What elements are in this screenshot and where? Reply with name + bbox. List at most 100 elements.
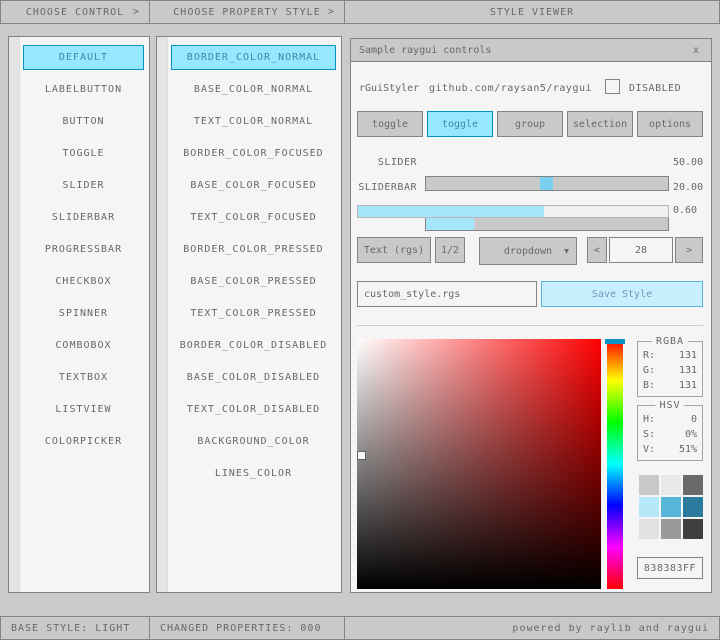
control-item-default[interactable]: DEFAULT bbox=[23, 45, 144, 70]
hsv-label: S: bbox=[643, 427, 655, 442]
rgba-values: R:131G:131B:131 bbox=[643, 348, 697, 393]
step-choose-control: CHOOSE CONTROL > bbox=[0, 0, 150, 24]
property-item-text_color_pressed[interactable]: TEXT_COLOR_PRESSED bbox=[171, 301, 336, 326]
github-link[interactable]: github.com/raysan5/raygui bbox=[429, 83, 592, 94]
style-filename-textbox[interactable]: custom_style.rgs bbox=[357, 281, 537, 307]
spinner-value-box[interactable]: 28 bbox=[609, 237, 673, 263]
controls-listview: DEFAULT LABELBUTTON BUTTON TOGGLE SLIDER SLID… bbox=[8, 36, 150, 593]
style-color-swatch-4[interactable] bbox=[661, 497, 681, 517]
rgba-value: 131 bbox=[679, 363, 697, 378]
property-item-border_color_disabled[interactable]: BORDER_COLOR_DISABLED bbox=[171, 333, 336, 358]
property-item-background_color[interactable]: BACKGROUND_COLOR bbox=[171, 429, 336, 454]
color-picker-sv-square[interactable] bbox=[357, 339, 601, 589]
slider[interactable] bbox=[425, 176, 669, 191]
style-color-swatch-3[interactable] bbox=[639, 497, 659, 517]
control-item-button[interactable]: BUTTON bbox=[23, 109, 144, 134]
control-item-textbox[interactable]: TEXTBOX bbox=[23, 365, 144, 390]
spinner-increase-button[interactable]: > bbox=[675, 237, 703, 263]
property-item-base_color_pressed[interactable]: BASE_COLOR_PRESSED bbox=[171, 269, 336, 294]
control-item-combobox[interactable]: COMBOBOX bbox=[23, 333, 144, 358]
toggle-button-0-toggle[interactable]: toggle bbox=[357, 111, 423, 137]
toggle-button-2-group[interactable]: group bbox=[497, 111, 563, 137]
property-item-border_color_normal[interactable]: BORDER_COLOR_NORMAL bbox=[171, 45, 336, 70]
half-button[interactable]: 1/2 bbox=[435, 237, 465, 263]
property-item-border_color_pressed[interactable]: BORDER_COLOR_PRESSED bbox=[171, 237, 336, 262]
hsv-label: V: bbox=[643, 442, 655, 457]
controls-listview-scrollbar[interactable] bbox=[9, 37, 20, 592]
properties-listview: BORDER_COLOR_NORMAL BASE_COLOR_NORMAL TEXT… bbox=[156, 36, 342, 593]
control-item-colorpicker[interactable]: COLORPICKER bbox=[23, 429, 144, 454]
property-item-text_color_normal[interactable]: TEXT_COLOR_NORMAL bbox=[171, 109, 336, 134]
powered-by-status: powered by raylib and raygui bbox=[344, 616, 720, 640]
rgba-value: 131 bbox=[679, 378, 697, 393]
toggle-group: toggletogglegroupselectionoptions bbox=[357, 111, 703, 137]
control-item-progressbar[interactable]: PROGRESSBAR bbox=[23, 237, 144, 262]
bottom-status-bar: BASE STYLE: LIGHT CHANGED PROPERTIES: 00… bbox=[0, 616, 720, 640]
spinner-decrease-button[interactable]: < bbox=[587, 237, 607, 263]
text-rgs-toggle[interactable]: Text (rgs) bbox=[357, 237, 431, 263]
color-picker-hue-bar[interactable] bbox=[607, 339, 623, 589]
chevron-right-icon: > bbox=[133, 7, 140, 18]
viewer-titlebar: Sample raygui controls x bbox=[351, 39, 711, 62]
changed-properties-status: CHANGED PROPERTIES: 000 bbox=[149, 616, 345, 640]
property-item-border_color_focused[interactable]: BORDER_COLOR_FOCUSED bbox=[171, 141, 336, 166]
control-item-spinner[interactable]: SPINNER bbox=[23, 301, 144, 326]
base-style-status-label: BASE STYLE: LIGHT bbox=[11, 623, 130, 634]
progressbar-value: 0.60 bbox=[673, 205, 697, 216]
slider-handle[interactable] bbox=[540, 177, 553, 190]
style-color-swatch-8[interactable] bbox=[683, 519, 703, 539]
toggle-button-3-selection[interactable]: selection bbox=[567, 111, 633, 137]
property-item-base_color_disabled[interactable]: BASE_COLOR_DISABLED bbox=[171, 365, 336, 390]
dropdown-combobox[interactable]: dropdown ▼ bbox=[479, 237, 577, 265]
close-icon[interactable]: x bbox=[689, 45, 703, 56]
progressbar-fill bbox=[358, 206, 544, 217]
dropdown-selected-label: dropdown bbox=[504, 246, 552, 257]
property-item-base_color_focused[interactable]: BASE_COLOR_FOCUSED bbox=[171, 173, 336, 198]
style-color-swatch-2[interactable] bbox=[683, 475, 703, 495]
style-color-swatch-1[interactable] bbox=[661, 475, 681, 495]
hsv-values: H:0S:0%V:51% bbox=[643, 412, 697, 457]
hsv-label: H: bbox=[643, 412, 655, 427]
rguistyler-app: CHOOSE CONTROL > CHOOSE PROPERTY STYLE >… bbox=[0, 0, 720, 640]
sliderbar-label: SLIDERBAR bbox=[351, 182, 417, 193]
toggle-button-4-options[interactable]: options bbox=[637, 111, 703, 137]
chevron-right-icon: > bbox=[328, 7, 335, 18]
rgba-value: 131 bbox=[679, 348, 697, 363]
hsv-value: 0 bbox=[691, 412, 697, 427]
rgba-label: B: bbox=[643, 378, 655, 393]
control-item-labelbutton[interactable]: LABELBUTTON bbox=[23, 77, 144, 102]
disabled-checkbox[interactable] bbox=[605, 79, 620, 94]
control-item-listview[interactable]: LISTVIEW bbox=[23, 397, 144, 422]
step-choose-property-style-label: CHOOSE PROPERTY STYLE bbox=[173, 7, 320, 18]
control-item-checkbox[interactable]: CHECKBOX bbox=[23, 269, 144, 294]
property-item-text_color_focused[interactable]: TEXT_COLOR_FOCUSED bbox=[171, 205, 336, 230]
control-item-sliderbar[interactable]: SLIDERBAR bbox=[23, 205, 144, 230]
style-color-swatch-5[interactable] bbox=[683, 497, 703, 517]
controls-list-items: DEFAULT LABELBUTTON BUTTON TOGGLE SLIDER SLID… bbox=[23, 45, 144, 461]
toggle-button-1-toggle[interactable]: toggle bbox=[427, 111, 493, 137]
rgba-row: R: 131 bbox=[643, 348, 697, 363]
rgba-label: R: bbox=[643, 348, 655, 363]
sliderbar[interactable] bbox=[425, 216, 669, 231]
property-item-lines_color[interactable]: LINES_COLOR bbox=[171, 461, 336, 486]
control-item-slider[interactable]: SLIDER bbox=[23, 173, 144, 198]
slider-label: SLIDER bbox=[351, 157, 417, 168]
hsv-groupbox: HSV H:0S:0%V:51% bbox=[637, 405, 703, 461]
powered-by-status-label: powered by raylib and raygui bbox=[512, 623, 709, 634]
properties-listview-scrollbar[interactable] bbox=[157, 37, 168, 592]
disabled-checkbox-label: DISABLED bbox=[629, 83, 681, 94]
sliderbar-value: 20.00 bbox=[673, 182, 703, 193]
color-picker-sv-cursor[interactable] bbox=[358, 452, 365, 459]
style-color-swatch-0[interactable] bbox=[639, 475, 659, 495]
style-color-swatch-7[interactable] bbox=[661, 519, 681, 539]
property-item-text_color_disabled[interactable]: TEXT_COLOR_DISABLED bbox=[171, 397, 336, 422]
property-item-base_color_normal[interactable]: BASE_COLOR_NORMAL bbox=[171, 77, 336, 102]
changed-properties-status-label: CHANGED PROPERTIES: 000 bbox=[160, 623, 321, 634]
color-picker-hue-cursor[interactable] bbox=[605, 339, 625, 344]
rgba-groupbox: RGBA R:131G:131B:131 bbox=[637, 341, 703, 397]
save-style-button[interactable]: Save Style bbox=[541, 281, 703, 307]
style-color-swatch-6[interactable] bbox=[639, 519, 659, 539]
control-item-toggle[interactable]: TOGGLE bbox=[23, 141, 144, 166]
hex-color-textbox[interactable]: 838383FF bbox=[637, 557, 703, 579]
step-choose-control-label: CHOOSE CONTROL bbox=[26, 7, 124, 18]
